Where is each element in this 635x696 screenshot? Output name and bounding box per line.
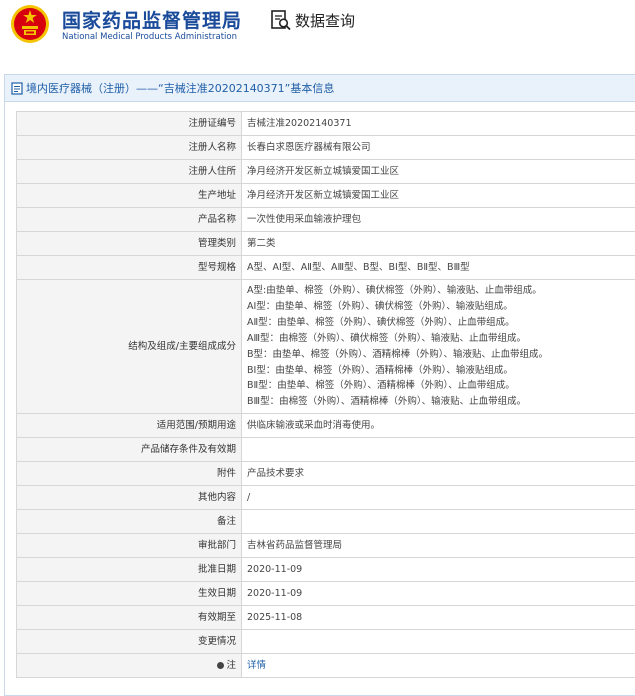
row-value: 供临床输液或采血时消毒使用。: [242, 414, 635, 438]
row-label: 注册证编号: [17, 112, 242, 136]
row-value: 2020-11-09: [242, 558, 635, 582]
row-label: 其他内容: [17, 486, 242, 510]
row-value: 2025-11-08: [242, 606, 635, 630]
composition-line: BⅠ型：由垫单、棉签（外购）、酒精棉棒（外购）、输液贴组成。: [247, 363, 635, 379]
row-label: 产品名称: [17, 208, 242, 232]
composition-line: A型:由垫单、棉签（外购）、碘伏棉签（外购）、输液贴、止血带组成。: [247, 283, 635, 299]
row-label: 适用范围/预期用途: [17, 414, 242, 438]
table-row: 产品名称 一次性使用采血输液护理包: [17, 208, 635, 232]
row-label: 生效日期: [17, 582, 242, 606]
row-value: [242, 630, 635, 654]
national-emblem-icon: [10, 4, 50, 44]
table-row: 附件 产品技术要求: [17, 462, 635, 486]
row-value: 净月经济开发区新立城镇爱国工业区: [242, 160, 635, 184]
row-label: 有效期至: [17, 606, 242, 630]
row-label: 变更情况: [17, 630, 242, 654]
composition-line: AⅠ型：由垫单、棉签（外购）、碘伏棉签（外购）、输液贴组成。: [247, 299, 635, 315]
table-row: 批准日期 2020-11-09: [17, 558, 635, 582]
row-label: 附件: [17, 462, 242, 486]
row-value: 吉林省药品监督管理局: [242, 534, 635, 558]
row-label: 生产地址: [17, 184, 242, 208]
agency-name-en: National Medical Products Administration: [62, 32, 237, 42]
table-row: 注册人名称 长春白求恩医疗器械有限公司: [17, 136, 635, 160]
table-row: 注册证编号 吉械注准20202140371: [17, 112, 635, 136]
composition-line: BⅡ型：由垫单、棉签（外购）、酒精棉棒（外购）、止血带组成。: [247, 378, 635, 394]
composition-line: AⅡ型：由垫单、棉签（外购）、碘伏棉签（外购）、止血带组成。: [247, 315, 635, 331]
row-value: 2020-11-09: [242, 582, 635, 606]
document-icon: [11, 82, 23, 95]
table-row: 审批部门 吉林省药品监督管理局: [17, 534, 635, 558]
row-value: /: [242, 486, 635, 510]
row-label: 产品储存条件及有效期: [17, 438, 242, 462]
row-value: 第二类: [242, 232, 635, 256]
composition-value: A型:由垫单、棉签（外购）、碘伏棉签（外购）、输液贴、止血带组成。 AⅠ型：由垫…: [242, 280, 635, 414]
row-value: [242, 438, 635, 462]
data-query-label: 数据查询: [295, 10, 355, 31]
table-row: 注册人住所 净月经济开发区新立城镇爱国工业区: [17, 160, 635, 184]
table-row: 其他内容 /: [17, 486, 635, 510]
row-value: 吉械注准20202140371: [242, 112, 635, 136]
row-value: A型、AⅠ型、AⅡ型、AⅢ型、B型、BⅠ型、BⅡ型、BⅢ型: [242, 256, 635, 280]
location-pin-icon: [217, 662, 224, 669]
search-document-icon: [270, 9, 292, 31]
site-header: 国家药品监督管理局 National Medical Products Admi…: [0, 0, 635, 62]
table-row: 结构及组成/主要组成成分 A型:由垫单、棉签（外购）、碘伏棉签（外购）、输液贴、…: [17, 280, 635, 414]
row-value: 长春白求恩医疗器械有限公司: [242, 136, 635, 160]
table-row: 备注: [17, 510, 635, 534]
table-row: 产品储存条件及有效期: [17, 438, 635, 462]
row-value: 产品技术要求: [242, 462, 635, 486]
table-row: 生效日期 2020-11-09: [17, 582, 635, 606]
row-label: 注册人住所: [17, 160, 242, 184]
table-row: 管理类别 第二类: [17, 232, 635, 256]
row-value: [242, 510, 635, 534]
composition-line: AⅢ型：由棉签（外购）、碘伏棉签（外购）、输液贴、止血带组成。: [247, 331, 635, 347]
table-row: 有效期至 2025-11-08: [17, 606, 635, 630]
row-label: 备注: [17, 510, 242, 534]
row-label: 注: [226, 660, 236, 671]
table-row: 生产地址 净月经济开发区新立城镇爱国工业区: [17, 184, 635, 208]
composition-line: B型：由垫单、棉签（外购）、酒精棉棒（外购）、输液贴、止血带组成。: [247, 347, 635, 363]
details-link[interactable]: 详情: [247, 660, 266, 671]
table-row: 适用范围/预期用途 供临床输液或采血时消毒使用。: [17, 414, 635, 438]
note-label-cell: 注: [17, 654, 242, 678]
table-row: 注 详情: [17, 654, 635, 678]
agency-name-cn: 国家药品监督管理局: [62, 6, 242, 33]
row-label: 型号规格: [17, 256, 242, 280]
row-label: 注册人名称: [17, 136, 242, 160]
row-label: 结构及组成/主要组成成分: [17, 280, 242, 414]
row-label: 批准日期: [17, 558, 242, 582]
data-query-link[interactable]: 数据查询: [270, 9, 355, 31]
detail-panel: 境内医疗器械（注册）——“吉械注准20202140371”基本信息 注册证编号 …: [4, 74, 635, 696]
row-label: 管理类别: [17, 232, 242, 256]
row-value: 一次性使用采血输液护理包: [242, 208, 635, 232]
table-row: 变更情况: [17, 630, 635, 654]
row-value: 详情: [242, 654, 635, 678]
row-label: 审批部门: [17, 534, 242, 558]
composition-line: BⅢ型：由棉签（外购）、酒精棉棒（外购）、输液贴、止血带组成。: [247, 394, 635, 410]
panel-title-text: 境内医疗器械（注册）——“吉械注准20202140371”基本信息: [26, 80, 334, 96]
registration-info-table: 注册证编号 吉械注准20202140371 注册人名称 长春白求恩医疗器械有限公…: [16, 111, 635, 678]
row-value: 净月经济开发区新立城镇爱国工业区: [242, 184, 635, 208]
table-row: 型号规格 A型、AⅠ型、AⅡ型、AⅢ型、B型、BⅠ型、BⅡ型、BⅢ型: [17, 256, 635, 280]
panel-title: 境内医疗器械（注册）——“吉械注准20202140371”基本信息: [5, 75, 635, 102]
